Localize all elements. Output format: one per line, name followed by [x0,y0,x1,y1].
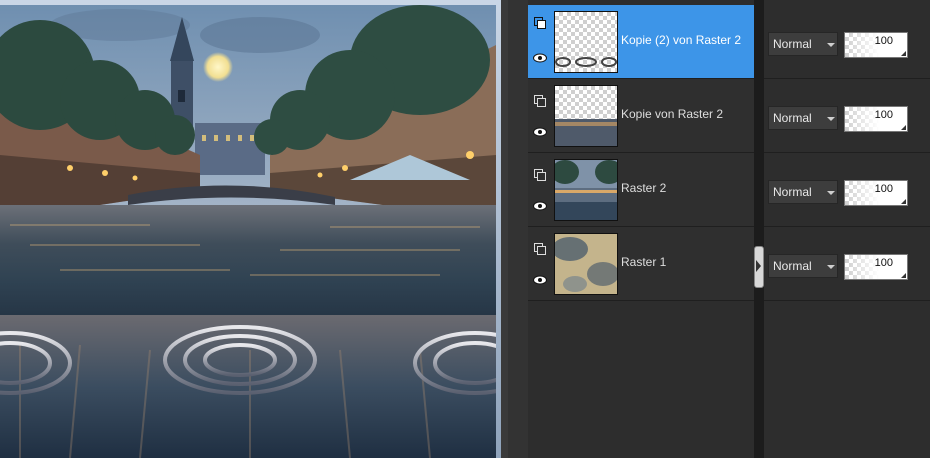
layer-row[interactable]: Raster 2 [528,153,754,227]
resize-corner-icon [901,125,906,130]
layer-group-icon[interactable] [534,169,546,181]
dropdown-arrow-icon [827,265,835,269]
opacity-value: 100 [874,257,893,269]
dropdown-arrow-icon [827,117,835,121]
blend-mode-value: Normal [773,111,812,125]
layer-thumbnail[interactable] [554,11,618,73]
opacity-field[interactable]: 100 [844,32,908,58]
blend-mode-dropdown[interactable]: Normal [768,180,838,204]
opacity-value: 100 [874,35,893,47]
layer-name[interactable]: Raster 2 [621,181,666,195]
blend-mode-value: Normal [773,185,812,199]
layer-controls-row: Normal 100 [764,5,930,79]
panel-divider [754,0,764,458]
layer-name[interactable]: Kopie von Raster 2 [621,107,723,121]
blend-mode-dropdown[interactable]: Normal [768,106,838,130]
layer-thumbnail[interactable] [554,85,618,147]
layer-group-icon[interactable] [534,17,546,29]
canvas-frame [0,0,501,458]
opacity-field[interactable]: 100 [844,254,908,280]
blend-mode-value: Normal [773,259,812,273]
layer-controls-row: Normal 100 [764,227,930,301]
layer-group-icon[interactable] [534,95,546,107]
opacity-value: 100 [874,183,893,195]
visibility-eye-icon[interactable] [533,53,547,63]
layer-thumbnail[interactable] [554,233,618,295]
opacity-field[interactable]: 100 [844,180,908,206]
resize-corner-icon [901,199,906,204]
layer-controls-row: Normal 100 [764,153,930,227]
layer-name[interactable]: Kopie (2) von Raster 2 [621,33,741,47]
visibility-eye-icon[interactable] [533,127,547,137]
visibility-eye-icon[interactable] [533,201,547,211]
layer-controls-row: Normal 100 [764,79,930,153]
layer-name[interactable]: Raster 1 [621,255,666,269]
dropdown-arrow-icon [827,43,835,47]
blend-mode-value: Normal [773,37,812,51]
layer-row[interactable]: Raster 1 [528,227,754,301]
blend-mode-dropdown[interactable]: Normal [768,254,838,278]
opacity-value: 100 [874,109,893,121]
workspace-gap [501,0,508,458]
expand-arrow-icon [756,260,761,272]
layers-panel: Kopie (2) von Raster 2 Kopie von Raster … [508,0,930,458]
layer-group-icon[interactable] [534,243,546,255]
layer-row[interactable]: Kopie von Raster 2 [528,79,754,153]
opacity-field[interactable]: 100 [844,106,908,132]
canvas-image[interactable] [0,5,496,458]
layer-thumbnail[interactable] [554,159,618,221]
splitter-handle[interactable] [754,246,764,288]
layers-left-bar [508,0,528,458]
resize-corner-icon [901,273,906,278]
visibility-eye-icon[interactable] [533,275,547,285]
layer-row[interactable]: Kopie (2) von Raster 2 [528,5,754,79]
dropdown-arrow-icon [827,191,835,195]
blend-mode-dropdown[interactable]: Normal [768,32,838,56]
resize-corner-icon [901,51,906,56]
